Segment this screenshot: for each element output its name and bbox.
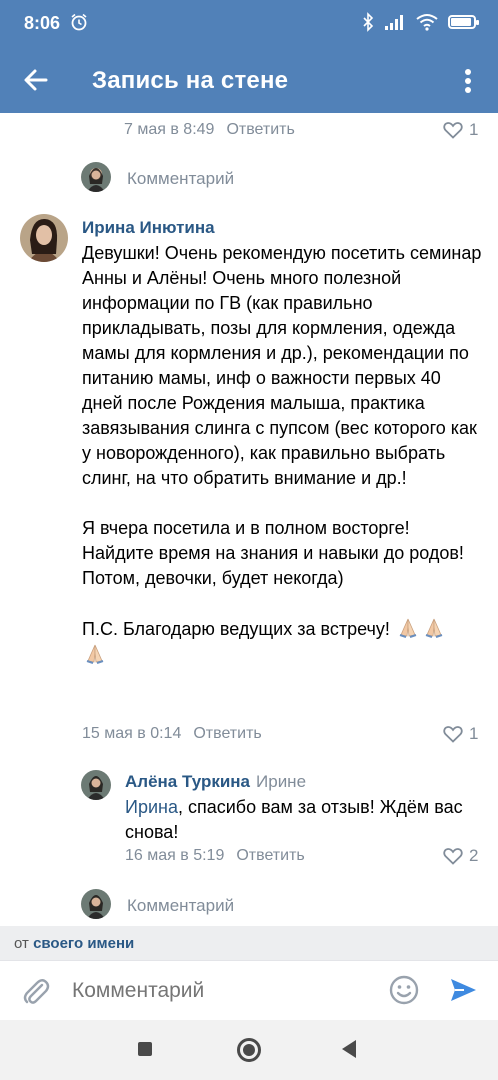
reply-link[interactable]: Ответить: [226, 121, 294, 139]
emoji-icon[interactable]: [388, 974, 420, 1006]
paperclip-icon[interactable]: [20, 975, 50, 1007]
my-avatar: [81, 162, 111, 192]
heart-icon: [443, 848, 463, 865]
folded-hands-icon: [425, 618, 443, 638]
comment-prompt[interactable]: Комментарий: [127, 896, 234, 916]
folded-hands-icon: [399, 618, 417, 638]
like-count: 2: [469, 846, 479, 865]
home-button[interactable]: [237, 1038, 261, 1062]
system-nav-bar: [0, 1020, 498, 1080]
like-count: 1: [469, 724, 479, 743]
like-button[interactable]: 1: [443, 120, 478, 140]
author-avatar[interactable]: [20, 214, 68, 262]
back-button[interactable]: [342, 1040, 356, 1058]
status-bar: 8:06: [0, 0, 498, 48]
comment-prompt[interactable]: Комментарий: [127, 169, 234, 189]
comment-input[interactable]: [72, 979, 372, 1003]
app-bar: Запись на стене: [0, 48, 498, 113]
bluetooth-icon: [363, 12, 374, 32]
post-as-prefix: от: [14, 935, 29, 952]
reply-author[interactable]: Алёна Туркина: [125, 772, 250, 791]
comment-text: Девушки! Очень рекомендую посетить семин…: [82, 241, 482, 668]
wifi-icon: [416, 14, 438, 31]
recent-apps-button[interactable]: [138, 1042, 152, 1056]
battery-fill: [451, 18, 471, 26]
send-icon[interactable]: [448, 975, 478, 1005]
signal-icon: [385, 15, 403, 30]
comment-input-bar: [0, 960, 498, 1020]
reply-date: 16 мая в 5:19: [125, 847, 225, 864]
comment-paragraph-2: Я вчера посетила и в полном восторге! На…: [82, 518, 469, 588]
like-button[interactable]: 2: [443, 846, 478, 866]
comment-meta: 7 мая в 8:49 Ответить: [124, 121, 295, 139]
alarm-icon: [71, 13, 87, 31]
arrow-left-icon[interactable]: [20, 64, 52, 96]
comment-date: 7 мая в 8:49: [124, 121, 215, 138]
comment-paragraph-1: Девушки! Очень рекомендую посетить семин…: [82, 243, 487, 488]
status-icons: [362, 12, 479, 32]
reply-to[interactable]: Ирине: [256, 772, 306, 791]
reply-author-avatar[interactable]: [81, 770, 111, 800]
reply-link[interactable]: Ответить: [193, 725, 261, 743]
comment-paragraph-3: П.С. Благодарю ведущих за встречу!: [82, 616, 482, 668]
post-as-identity[interactable]: своего имени: [33, 935, 134, 952]
page-title: Запись на стене: [92, 67, 289, 94]
comment-author[interactable]: Ирина Инютина: [82, 218, 215, 238]
mention-link[interactable]: Ирина: [125, 797, 178, 817]
like-count: 1: [469, 120, 479, 139]
heart-icon: [443, 726, 463, 743]
reply-link[interactable]: Ответить: [236, 847, 304, 865]
like-button[interactable]: 1: [443, 724, 478, 744]
battery-icon: [448, 15, 479, 29]
more-vertical-icon[interactable]: [456, 66, 480, 96]
comments-list[interactable]: 7 мая в 8:49 Ответить 1 Комментарий Ирин…: [0, 113, 498, 926]
reply-text: Ирина, спасибо вам за отзыв! Ждём вас сн…: [125, 795, 485, 845]
status-time: 8:06: [24, 13, 61, 33]
comment-date: 15 мая в 0:14: [82, 725, 182, 742]
heart-icon: [443, 122, 463, 139]
folded-hands-icon: [86, 644, 104, 664]
comment-meta: 15 мая в 0:14 Ответить: [82, 725, 262, 743]
comment-paragraph-3-text: П.С. Благодарю ведущих за встречу!: [82, 619, 390, 639]
reply-meta: 16 мая в 5:19 Ответить: [125, 847, 305, 865]
reply-author-line: Алёна Туркина Ирине: [125, 772, 306, 792]
my-avatar: [81, 889, 111, 919]
post-as-bar[interactable]: от своего имени: [0, 926, 498, 960]
